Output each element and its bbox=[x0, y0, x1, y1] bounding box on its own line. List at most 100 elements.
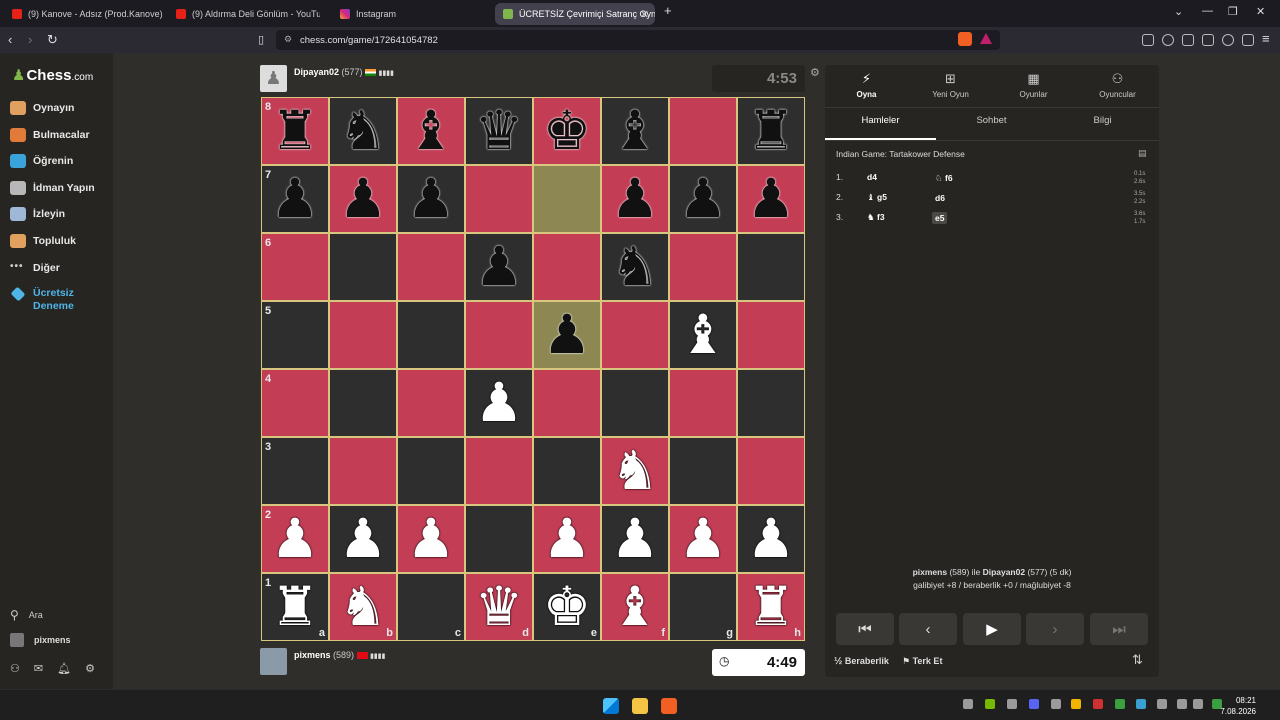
square-b8[interactable]: ♞ bbox=[329, 97, 397, 165]
reload-icon[interactable]: ↻ bbox=[47, 32, 58, 48]
next-move-button[interactable]: › bbox=[1026, 613, 1084, 645]
square-e4[interactable] bbox=[533, 369, 601, 437]
square-a4[interactable]: 4 bbox=[261, 369, 329, 437]
summary-white-player[interactable]: pixmens bbox=[913, 567, 948, 577]
square-d1[interactable]: d ♛ bbox=[465, 573, 533, 641]
square-b1[interactable]: b ♞ bbox=[329, 573, 397, 641]
sidebar-item-more[interactable]: ••• Diğer bbox=[10, 261, 60, 275]
white-move[interactable]: ♝ g5 bbox=[867, 192, 887, 203]
sidebar-item-learn[interactable]: Öğrenin bbox=[10, 154, 73, 168]
tab-chat[interactable]: Sohbet bbox=[936, 114, 1047, 140]
white-bishop-piece[interactable]: ♝ bbox=[679, 308, 727, 362]
tray-icon[interactable] bbox=[1093, 699, 1103, 709]
site-info-icon[interactable]: ⚙ bbox=[284, 34, 292, 45]
system-clock[interactable]: 08:21 7.08.2026 bbox=[1220, 695, 1256, 717]
square-g2[interactable]: ♟ bbox=[669, 505, 737, 573]
brave-shields-icon[interactable] bbox=[958, 32, 972, 46]
browser-tab-youtube-1[interactable]: (9) Kanove - Adsız (Prod.Kanove) - Yo bbox=[4, 3, 164, 25]
sidebar-item-watch[interactable]: İzleyin bbox=[10, 207, 65, 221]
square-d8[interactable]: ♛ bbox=[465, 97, 533, 165]
square-d4[interactable]: ♟ bbox=[465, 369, 533, 437]
new-tab-button[interactable]: + bbox=[664, 3, 672, 18]
sidebar-profile[interactable]: pixmens bbox=[10, 633, 71, 647]
tray-icon[interactable] bbox=[1136, 699, 1146, 709]
white-bishop-piece[interactable]: ♝ bbox=[611, 580, 659, 634]
square-e3[interactable] bbox=[533, 437, 601, 505]
windows-start-icon[interactable] bbox=[603, 698, 619, 714]
network-icon[interactable] bbox=[1177, 699, 1187, 709]
bell-icon[interactable]: 🔔︎ bbox=[57, 662, 71, 675]
white-pawn-piece[interactable]: ♟ bbox=[543, 512, 591, 566]
discord-icon[interactable] bbox=[1029, 699, 1039, 709]
square-e1[interactable]: e ♚ bbox=[533, 573, 601, 641]
square-h1[interactable]: h ♜ bbox=[737, 573, 805, 641]
tab-list-icon[interactable]: ⌄ bbox=[1174, 5, 1183, 18]
square-g6[interactable] bbox=[669, 233, 737, 301]
white-queen-piece[interactable]: ♛ bbox=[475, 580, 523, 634]
white-pawn-piece[interactable]: ♟ bbox=[407, 512, 455, 566]
tab-games[interactable]: ▦ Oyunlar bbox=[992, 71, 1075, 99]
white-pawn-piece[interactable]: ♟ bbox=[747, 512, 795, 566]
tray-icon[interactable] bbox=[1007, 699, 1017, 709]
square-f2[interactable]: ♟ bbox=[601, 505, 669, 573]
white-king-piece[interactable]: ♚ bbox=[543, 580, 591, 634]
white-pawn-piece[interactable]: ♟ bbox=[475, 376, 523, 430]
restore-icon[interactable]: ❐ bbox=[1228, 5, 1238, 18]
square-a1[interactable]: 1 a ♜ bbox=[261, 573, 329, 641]
square-h8[interactable]: ♜ bbox=[737, 97, 805, 165]
square-h3[interactable] bbox=[737, 437, 805, 505]
last-move-button[interactable]: ⏭︎ bbox=[1090, 613, 1148, 645]
media-icon[interactable] bbox=[1162, 34, 1174, 46]
sidebar-item-free-trial[interactable]: Ücretsiz Deneme bbox=[10, 286, 74, 313]
black-move[interactable]: ♘ f6 bbox=[932, 172, 956, 185]
tray-icon[interactable] bbox=[963, 699, 973, 709]
black-pawn-piece[interactable]: ♟ bbox=[271, 172, 319, 226]
square-g8[interactable] bbox=[669, 97, 737, 165]
player-name[interactable]: pixmens bbox=[294, 650, 331, 660]
square-h4[interactable] bbox=[737, 369, 805, 437]
square-a3[interactable]: 3 bbox=[261, 437, 329, 505]
black-queen-piece[interactable]: ♛ bbox=[475, 104, 523, 158]
square-g4[interactable] bbox=[669, 369, 737, 437]
opponent-name[interactable]: Dipayan02 bbox=[294, 67, 339, 77]
square-g3[interactable] bbox=[669, 437, 737, 505]
square-d2[interactable] bbox=[465, 505, 533, 573]
draw-button[interactable]: ½ Beraberlik bbox=[834, 656, 889, 667]
square-b2[interactable]: ♟ bbox=[329, 505, 397, 573]
square-h2[interactable]: ♟ bbox=[737, 505, 805, 573]
extensions-icon[interactable] bbox=[1142, 34, 1154, 46]
square-f7[interactable]: ♟ bbox=[601, 165, 669, 233]
square-c6[interactable] bbox=[397, 233, 465, 301]
square-c8[interactable]: ♝ bbox=[397, 97, 465, 165]
square-a8[interactable]: 8 ♜ bbox=[261, 97, 329, 165]
black-bishop-piece[interactable]: ♝ bbox=[611, 104, 659, 158]
opponent-avatar[interactable]: ♟ bbox=[260, 65, 287, 92]
square-e7[interactable] bbox=[533, 165, 601, 233]
square-e6[interactable] bbox=[533, 233, 601, 301]
close-tab-icon[interactable]: ✕ bbox=[640, 8, 649, 21]
sidebar-toggle-icon[interactable] bbox=[1182, 34, 1194, 46]
white-pawn-piece[interactable]: ♟ bbox=[611, 512, 659, 566]
mail-icon[interactable]: ✉ bbox=[34, 662, 43, 675]
square-f5[interactable] bbox=[601, 301, 669, 369]
black-rook-piece[interactable]: ♜ bbox=[271, 104, 319, 158]
wallet-icon[interactable] bbox=[1202, 34, 1214, 46]
opening-book-icon[interactable]: ▤ bbox=[1138, 148, 1147, 159]
square-b6[interactable] bbox=[329, 233, 397, 301]
square-g1[interactable]: g bbox=[669, 573, 737, 641]
forward-icon[interactable]: › bbox=[28, 32, 32, 47]
black-pawn-piece[interactable]: ♟ bbox=[475, 240, 523, 294]
browser-tab-instagram[interactable]: Instagram bbox=[332, 3, 492, 25]
square-c3[interactable] bbox=[397, 437, 465, 505]
square-a6[interactable]: 6 bbox=[261, 233, 329, 301]
white-rook-piece[interactable]: ♜ bbox=[271, 580, 319, 634]
square-g5[interactable]: ♝ bbox=[669, 301, 737, 369]
square-g7[interactable]: ♟ bbox=[669, 165, 737, 233]
black-pawn-piece[interactable]: ♟ bbox=[339, 172, 387, 226]
square-f4[interactable] bbox=[601, 369, 669, 437]
square-f1[interactable]: f ♝ bbox=[601, 573, 669, 641]
square-b4[interactable] bbox=[329, 369, 397, 437]
resign-button[interactable]: ⚑ Terk Et bbox=[902, 656, 942, 667]
square-e2[interactable]: ♟ bbox=[533, 505, 601, 573]
first-move-button[interactable]: ⏮︎ bbox=[836, 613, 894, 645]
